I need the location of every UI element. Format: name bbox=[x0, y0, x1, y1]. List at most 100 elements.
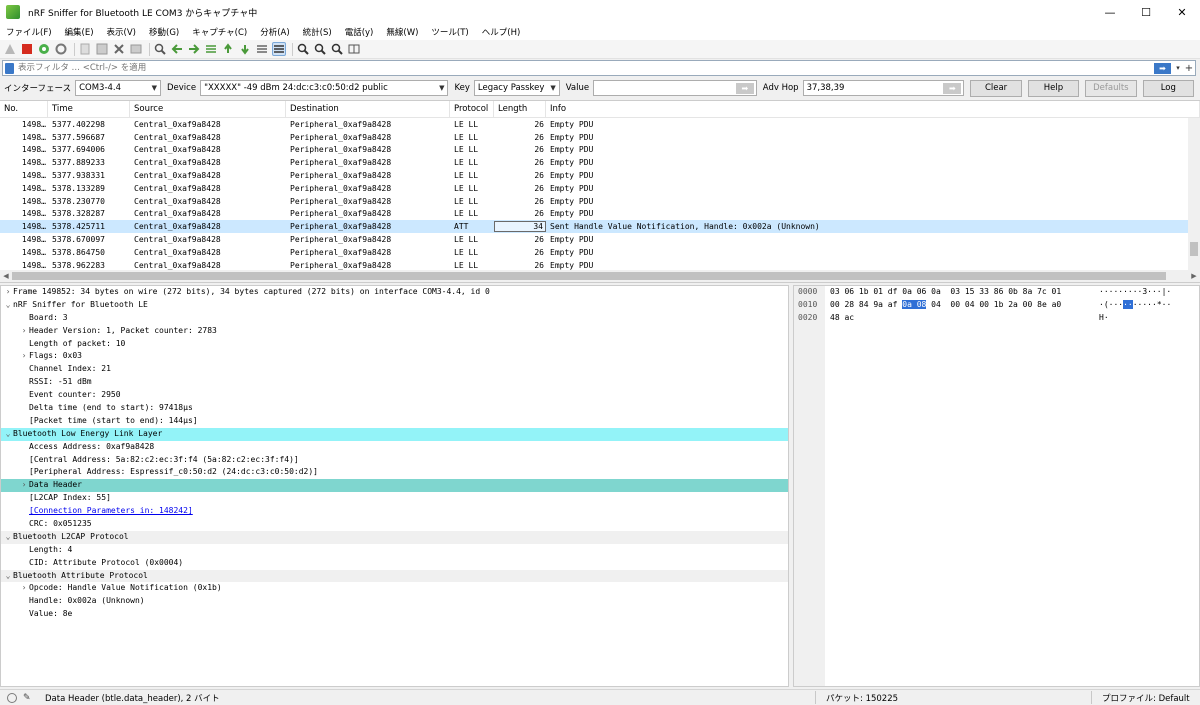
menu-file[interactable]: ファイル(F) bbox=[6, 26, 52, 38]
value-field[interactable]: ➡ bbox=[593, 80, 757, 96]
expand-arrow-icon[interactable]: › bbox=[19, 325, 29, 338]
scroll-left-icon[interactable]: ◀ bbox=[0, 272, 12, 280]
menu-wireless[interactable]: 無線(W) bbox=[386, 26, 418, 38]
apply-value-arrow-icon[interactable]: ➡ bbox=[735, 82, 754, 94]
bytes-ascii[interactable]: ·(··········*·· bbox=[1099, 299, 1171, 312]
detail-row[interactable]: [Connection Parameters in: 148242] bbox=[1, 505, 788, 518]
detail-row[interactable]: Length of packet: 10 bbox=[1, 338, 788, 351]
close-file-icon[interactable] bbox=[112, 42, 126, 56]
detail-row[interactable]: Access Address: 0xaf9a8428 bbox=[1, 441, 788, 454]
expert-info-icon[interactable] bbox=[7, 692, 17, 703]
clear-button[interactable]: Clear bbox=[970, 79, 1022, 97]
bookmark-icon[interactable] bbox=[5, 62, 14, 74]
detail-row[interactable]: ⌄ nRF Sniffer for Bluetooth LE bbox=[1, 299, 788, 312]
stop-capture-icon[interactable] bbox=[20, 42, 34, 56]
detail-row[interactable]: [Peripheral Address: Espressif_c0:50:d2 … bbox=[1, 466, 788, 479]
edit-comment-icon[interactable]: ✎ bbox=[23, 693, 35, 703]
packet-list-vertical-scrollbar[interactable] bbox=[1188, 118, 1200, 272]
interface-select[interactable]: COM3-4.4 ▼ bbox=[75, 80, 161, 96]
column-protocol[interactable]: Protocol bbox=[450, 101, 494, 118]
detail-row[interactable]: ⌄ Bluetooth Attribute Protocol bbox=[1, 569, 788, 583]
filter-history-dropdown-icon[interactable]: ▾ bbox=[1173, 64, 1183, 72]
find-packet-icon[interactable] bbox=[153, 42, 167, 56]
apply-filter-arrow-icon[interactable]: ➡ bbox=[1154, 62, 1171, 74]
packet-row[interactable]: 1498… 5378.425711 Central_0xaf9a8428 Periph… bbox=[0, 220, 1200, 234]
bytes-hex[interactable]: 00 28 84 9a af 0a 08 04 00 04 00 1b 2a 0… bbox=[830, 299, 1061, 312]
go-back-icon[interactable] bbox=[170, 42, 184, 56]
scroll-right-icon[interactable]: ▶ bbox=[1188, 272, 1200, 280]
packet-bytes-pane[interactable]: 0000 03 06 1b 01 df 0a 06 0a 03 15 33 86 … bbox=[793, 285, 1200, 687]
detail-row[interactable]: › Data Header bbox=[1, 479, 788, 493]
resize-columns-icon[interactable] bbox=[347, 42, 361, 56]
minimize-button[interactable]: — bbox=[1092, 0, 1128, 24]
log-button[interactable]: Log bbox=[1142, 79, 1194, 97]
defaults-button[interactable]: Defaults bbox=[1085, 79, 1137, 97]
menu-help[interactable]: ヘルプ(H) bbox=[482, 26, 521, 38]
detail-row[interactable]: Channel Index: 21 bbox=[1, 363, 788, 376]
reload-file-icon[interactable] bbox=[129, 42, 143, 56]
device-select[interactable]: "XXXXX" -49 dBm 24:dc:c3:c0:50:d2 public… bbox=[200, 80, 449, 96]
bytes-ascii[interactable]: ·········3···|· bbox=[1099, 286, 1171, 299]
maximize-button[interactable]: ☐ bbox=[1128, 0, 1164, 24]
expand-arrow-icon[interactable]: › bbox=[19, 479, 29, 492]
bytes-hex[interactable]: 03 06 1b 01 df 0a 06 0a 03 15 33 86 0b 8… bbox=[830, 286, 1061, 299]
zoom-normal-icon[interactable] bbox=[330, 42, 344, 56]
detail-row[interactable]: › Flags: 0x03 bbox=[1, 350, 788, 363]
column-no[interactable]: No. bbox=[0, 101, 48, 118]
detail-link[interactable]: [Connection Parameters in: 148242] bbox=[29, 506, 193, 515]
expand-arrow-icon[interactable]: › bbox=[19, 350, 29, 363]
go-last-icon[interactable] bbox=[238, 42, 252, 56]
column-info[interactable]: Info bbox=[546, 101, 1200, 118]
detail-row[interactable]: [Central Address: 5a:82:c2:ec:3f:f4 (5a:… bbox=[1, 454, 788, 467]
restart-capture-icon[interactable] bbox=[37, 42, 51, 56]
detail-row[interactable]: › Opcode: Handle Value Notification (0x1b… bbox=[1, 582, 788, 595]
column-length[interactable]: Length bbox=[494, 101, 546, 118]
column-time[interactable]: Time bbox=[48, 101, 130, 118]
collapse-arrow-icon[interactable]: ⌄ bbox=[3, 428, 13, 441]
menu-tools[interactable]: ツール(T) bbox=[431, 26, 468, 38]
auto-scroll-icon[interactable] bbox=[255, 42, 269, 56]
detail-row[interactable]: Event counter: 2950 bbox=[1, 389, 788, 402]
detail-row[interactable]: RSSI: -51 dBm bbox=[1, 376, 788, 389]
detail-row[interactable]: [L2CAP Index: 55] bbox=[1, 492, 788, 505]
display-filter-input[interactable] bbox=[14, 61, 1154, 75]
detail-row[interactable]: ⌄ Bluetooth L2CAP Protocol bbox=[1, 530, 788, 544]
detail-row[interactable]: CRC: 0x051235 bbox=[1, 518, 788, 531]
detail-row[interactable]: › Header Version: 1, Packet counter: 2783 bbox=[1, 325, 788, 338]
zoom-in-icon[interactable] bbox=[296, 42, 310, 56]
bytes-ascii[interactable]: H· bbox=[1099, 312, 1109, 325]
expand-arrow-icon[interactable]: › bbox=[3, 286, 13, 299]
detail-row[interactable]: CID: Attribute Protocol (0x0004) bbox=[1, 557, 788, 570]
collapse-arrow-icon[interactable]: ⌄ bbox=[3, 531, 13, 544]
detail-row[interactable]: › Frame 149852: 34 bytes on wire (272 bit… bbox=[1, 286, 788, 299]
detail-row[interactable]: Value: 8e bbox=[1, 608, 788, 621]
packet-row[interactable]: 1498… 5378.670097 Central_0xaf9a8428 Periph… bbox=[0, 233, 1200, 246]
start-capture-icon[interactable] bbox=[3, 42, 17, 56]
packet-row[interactable]: 1498… 5378.230770 Central_0xaf9a8428 Periph… bbox=[0, 195, 1200, 208]
capture-options-icon[interactable] bbox=[54, 42, 68, 56]
column-destination[interactable]: Destination bbox=[286, 101, 450, 118]
status-profile[interactable]: プロファイル: Default bbox=[1102, 692, 1190, 704]
add-filter-button-icon[interactable]: + bbox=[1183, 63, 1195, 74]
menu-capture[interactable]: キャプチャ(C) bbox=[192, 26, 247, 38]
close-button[interactable]: ✕ bbox=[1164, 0, 1200, 24]
packet-row[interactable]: 1498… 5378.133289 Central_0xaf9a8428 Periph… bbox=[0, 182, 1200, 195]
menu-view[interactable]: 表示(V) bbox=[107, 26, 136, 38]
collapse-arrow-icon[interactable]: ⌄ bbox=[3, 570, 13, 583]
expand-arrow-icon[interactable]: › bbox=[19, 582, 29, 595]
detail-row[interactable]: Handle: 0x002a (Unknown) bbox=[1, 595, 788, 608]
menu-telephony[interactable]: 電話(y) bbox=[345, 26, 374, 38]
packet-list-horizontal-scrollbar[interactable]: ◀ ▶ bbox=[0, 270, 1200, 282]
bytes-hex[interactable]: 48 ac bbox=[830, 312, 854, 325]
menu-edit[interactable]: 編集(E) bbox=[65, 26, 94, 38]
collapse-arrow-icon[interactable]: ⌄ bbox=[3, 299, 13, 312]
packet-row[interactable]: 1498… 5377.596687 Central_0xaf9a8428 Periph… bbox=[0, 131, 1200, 144]
detail-row[interactable]: Length: 4 bbox=[1, 544, 788, 557]
column-source[interactable]: Source bbox=[130, 101, 286, 118]
scrollbar-thumb[interactable] bbox=[12, 272, 1166, 280]
help-button[interactable]: Help bbox=[1027, 79, 1080, 97]
go-to-packet-icon[interactable] bbox=[204, 42, 218, 56]
packet-row[interactable]: 1498… 5378.864750 Central_0xaf9a8428 Periph… bbox=[0, 246, 1200, 259]
detail-row[interactable]: Delta time (end to start): 97418µs bbox=[1, 402, 788, 415]
menu-statistics[interactable]: 統計(S) bbox=[303, 26, 332, 38]
